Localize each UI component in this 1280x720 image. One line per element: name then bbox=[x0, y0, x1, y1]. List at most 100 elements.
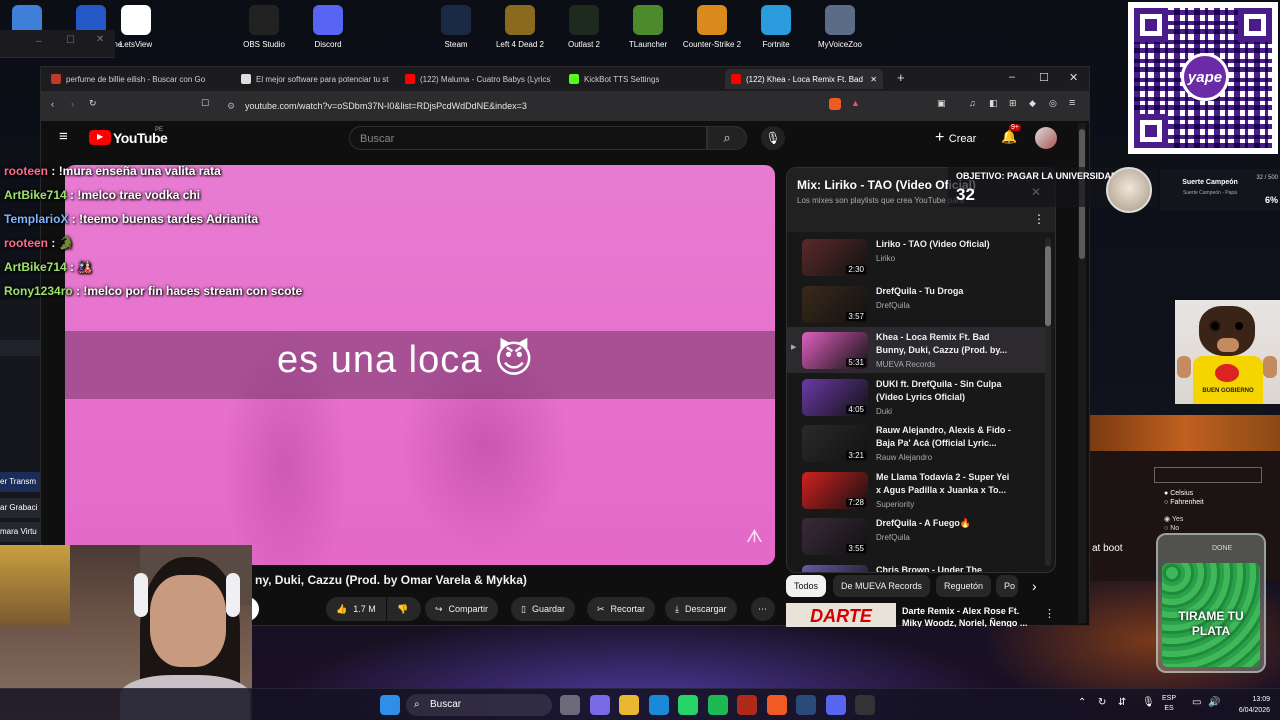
back-icon[interactable]: ‹ bbox=[51, 99, 54, 109]
playlist-item[interactable]: Chris Brown - Under The bbox=[787, 560, 1045, 572]
jar-button[interactable]: DONE bbox=[1212, 545, 1232, 552]
forward-icon[interactable]: › bbox=[71, 99, 74, 109]
playlist-thumbnail[interactable]: 2:30 bbox=[802, 239, 868, 276]
language-indicator[interactable]: ESP ES bbox=[1162, 694, 1176, 714]
option-fahrenheit[interactable]: ○ Fahrenheit bbox=[1164, 498, 1204, 507]
hamburger-menu-icon[interactable]: ≡ bbox=[59, 128, 68, 145]
playlist-item[interactable]: 2:30 Liriko - TAO (Video Oficial) Liriko bbox=[787, 234, 1045, 280]
scrollbar-thumb[interactable] bbox=[1045, 246, 1051, 326]
microphone-icon[interactable]: 🎙 bbox=[1142, 697, 1155, 708]
menu-icon[interactable]: ≡ bbox=[1069, 97, 1075, 109]
panel-button[interactable]: ar Grabaci bbox=[0, 498, 40, 518]
desktop-icon[interactable]: Discord bbox=[289, 5, 367, 49]
playlist-thumbnail[interactable]: 7:28 bbox=[802, 471, 868, 509]
dislike-button[interactable]: 👎 bbox=[387, 597, 421, 621]
brave-icon[interactable] bbox=[766, 695, 787, 715]
taskbar-search[interactable]: ⌕ Buscar bbox=[406, 694, 552, 716]
folder-icon[interactable] bbox=[619, 695, 639, 715]
close-icon[interactable]: ✕ bbox=[96, 34, 104, 45]
copilot-icon[interactable] bbox=[589, 695, 610, 715]
extensions-icon[interactable]: ⊞ bbox=[1009, 98, 1017, 109]
browser-tab[interactable]: perfume de billie eilish - Buscar con Go bbox=[45, 69, 230, 89]
playlist-thumbnail[interactable]: 3:55 bbox=[802, 518, 868, 555]
notifications-icon[interactable]: 🔔 bbox=[1001, 129, 1017, 145]
clock[interactable]: 13:09 6/04/2026 bbox=[1226, 694, 1270, 716]
panel-button[interactable]: mara Virtu bbox=[0, 522, 40, 542]
option-celsius[interactable]: ● Celsius bbox=[1164, 489, 1204, 498]
start-icon[interactable] bbox=[380, 695, 400, 715]
brave-rewards-icon[interactable]: ▲ bbox=[851, 98, 860, 108]
channel-watermark-icon[interactable]: ᗑ bbox=[746, 526, 763, 547]
chip-regueton[interactable]: Reguetón bbox=[936, 575, 992, 597]
network-icon[interactable]: ▭ bbox=[1192, 697, 1201, 708]
playlist-item[interactable]: 7:28 Me Llama Todavía 2 - Super Yei x Agu… bbox=[787, 467, 1045, 513]
playlist-thumbnail[interactable]: 4:05 bbox=[802, 378, 868, 416]
search-input[interactable]: Buscar bbox=[349, 126, 707, 150]
maximize-icon[interactable]: ☐ bbox=[66, 35, 75, 46]
option-no[interactable]: ○ No bbox=[1164, 524, 1183, 533]
playlist-thumbnail[interactable]: 5:31 bbox=[802, 332, 868, 369]
desktop-icon[interactable]: MyVoiceZoo bbox=[801, 5, 879, 49]
recommended-thumbnail[interactable]: DARTE bbox=[786, 603, 896, 627]
reload-icon[interactable]: ↻ bbox=[89, 98, 97, 109]
playlist-item[interactable]: ▶ 5:31 Khea - Loca Remix Ft. Bad Bunny, Du… bbox=[787, 327, 1045, 373]
edge-icon[interactable] bbox=[648, 695, 669, 715]
music-icon[interactable]: ♫ bbox=[969, 98, 976, 108]
steam-icon[interactable] bbox=[796, 695, 816, 715]
bookmark-icon[interactable]: ☐ bbox=[201, 98, 209, 109]
browser-tab[interactable]: (122) Maluma - Cuatro Babys (Lyrics) bbox=[399, 69, 557, 89]
download-button[interactable]: ⤓ Descargar bbox=[665, 597, 737, 621]
tray-app-icon[interactable]: ↻ bbox=[1098, 697, 1106, 708]
new-tab-icon[interactable]: + bbox=[897, 70, 905, 85]
youtube-logo-icon[interactable]: ▶ bbox=[89, 130, 111, 145]
obs-icon[interactable] bbox=[855, 695, 875, 715]
like-button[interactable]: 👍 1.7 M bbox=[326, 597, 386, 621]
option-yes[interactable]: ◉ Yes bbox=[1164, 515, 1183, 524]
close-window-icon[interactable]: ✕ bbox=[1069, 71, 1078, 84]
sidebar-icon[interactable]: ◧ bbox=[989, 98, 998, 109]
tray-chevron-icon[interactable]: ⌃ bbox=[1078, 697, 1086, 708]
minimize-icon[interactable]: – bbox=[36, 36, 42, 47]
panel-button[interactable]: er Transm bbox=[0, 472, 40, 492]
site-info-icon[interactable]: ⚙ bbox=[227, 96, 235, 116]
file-explorer-icon[interactable] bbox=[560, 695, 580, 715]
chip-mueva-records[interactable]: De MUEVA Records bbox=[833, 575, 930, 597]
browser-tab[interactable]: El mejor software para potenciar tu stre bbox=[235, 69, 395, 89]
brave-shield-icon[interactable] bbox=[829, 98, 841, 110]
url-field[interactable]: ⚙ youtube.com/watch?v=oSDbm37N-I0&list=R… bbox=[219, 96, 779, 116]
browser-tab[interactable]: (122) Khea - Loca Remix Ft. Bad ✕ bbox=[725, 69, 883, 89]
create-button[interactable]: + Crear bbox=[935, 129, 976, 147]
playlist-thumbnail[interactable]: 3:21 bbox=[802, 425, 868, 462]
wallet-icon[interactable]: ▣ bbox=[937, 98, 946, 109]
more-actions-button[interactable]: ⋯ bbox=[751, 597, 775, 621]
save-button[interactable]: ▯ Guardar bbox=[511, 597, 575, 621]
dota-icon[interactable] bbox=[737, 695, 757, 715]
playlist-item[interactable]: 3:21 Rauw Alejandro, Alexis & Fido - Baja… bbox=[787, 420, 1045, 466]
leo-icon[interactable]: ◆ bbox=[1029, 98, 1036, 109]
tray-app-icon[interactable]: ⇵ bbox=[1118, 697, 1126, 708]
playlist-item[interactable]: 3:55 DrefQuila - A Fuego🔥 DrefQuila bbox=[787, 513, 1045, 559]
spotify-icon[interactable] bbox=[707, 695, 728, 715]
close-tab-icon[interactable]: ✕ bbox=[870, 75, 877, 84]
avatar[interactable] bbox=[1035, 127, 1057, 149]
playlist-scrollbar[interactable] bbox=[1045, 238, 1051, 566]
recommended-video[interactable]: DARTE Darte Remix - Alex Rose Ft. Miky W… bbox=[786, 603, 1086, 627]
playlist-item[interactable]: 4:05 DUKI ft. DrefQuila - Sin Culpa (Vide… bbox=[787, 374, 1045, 420]
widget-input[interactable] bbox=[1154, 467, 1262, 483]
recommended-title[interactable]: Darte Remix - Alex Rose Ft. Miky Woodz, … bbox=[902, 605, 1032, 627]
chip-todos[interactable]: Todos bbox=[786, 575, 827, 597]
volume-icon[interactable]: 🔊 bbox=[1208, 697, 1220, 708]
whatsapp-icon[interactable] bbox=[678, 695, 698, 715]
share-button[interactable]: ↪ Compartir bbox=[425, 597, 499, 621]
clip-button[interactable]: ✂ Recortar bbox=[587, 597, 656, 621]
playlist-thumbnail[interactable] bbox=[802, 564, 868, 572]
recommended-menu-icon[interactable]: ⋮ bbox=[1044, 607, 1055, 620]
vpn-icon[interactable]: ◎ bbox=[1049, 98, 1057, 109]
voice-search-icon[interactable]: 🎙 bbox=[761, 126, 785, 150]
discord-icon[interactable] bbox=[825, 695, 846, 715]
browser-tab[interactable]: KickBot TTS Settings bbox=[563, 69, 718, 89]
search-button[interactable]: ⌕ bbox=[707, 126, 747, 150]
maximize-icon[interactable]: ☐ bbox=[1039, 71, 1049, 84]
playlist-item[interactable]: 3:57 DrefQuila - Tu Droga DrefQuila bbox=[787, 281, 1045, 327]
chips-next-icon[interactable]: › bbox=[1032, 578, 1037, 594]
